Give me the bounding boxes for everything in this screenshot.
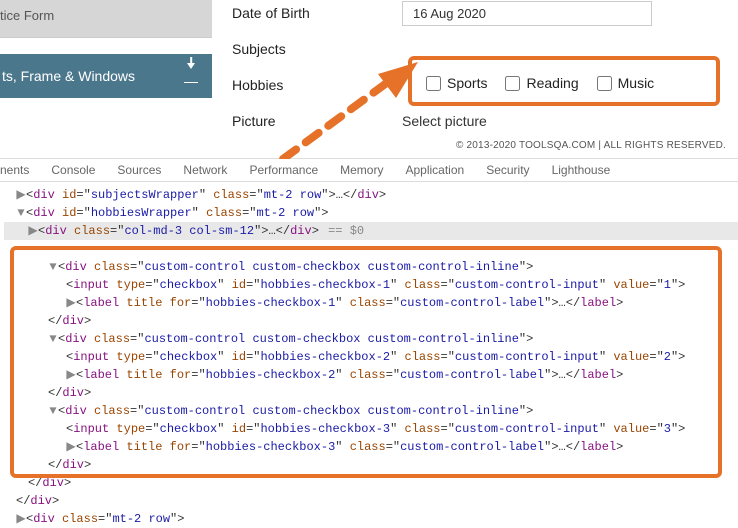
- subjects-label: Subjects: [232, 41, 402, 57]
- checkbox-reading[interactable]: Reading: [505, 75, 578, 91]
- picture-label: Picture: [232, 113, 402, 129]
- sidebar-header: tice Form: [0, 0, 212, 38]
- tab-performance[interactable]: Performance: [249, 163, 318, 177]
- sidebar-nav-item[interactable]: ts, Frame & Windows: [0, 54, 212, 98]
- checkbox-music-label: Music: [618, 75, 655, 91]
- hobbies-label: Hobbies: [232, 77, 402, 93]
- tab-elements[interactable]: nents: [0, 163, 29, 177]
- checkbox-music[interactable]: Music: [597, 75, 655, 91]
- tab-sources[interactable]: Sources: [117, 163, 161, 177]
- select-picture-button[interactable]: Select picture: [402, 113, 487, 129]
- tab-memory[interactable]: Memory: [340, 163, 383, 177]
- dob-label: Date of Birth: [232, 5, 402, 21]
- tab-console[interactable]: Console: [51, 163, 95, 177]
- tab-application[interactable]: Application: [405, 163, 464, 177]
- checkbox-sports[interactable]: Sports: [426, 75, 487, 91]
- footer-text: © 2013-2020 TOOLSQA.COM | ALL RIGHTS RES…: [456, 140, 726, 151]
- devtools-tabs: nents Console Sources Network Performanc…: [0, 159, 738, 182]
- hobbies-highlight-box: Sports Reading Music: [408, 56, 720, 106]
- download-icon: [184, 69, 198, 83]
- tab-security[interactable]: Security: [486, 163, 529, 177]
- tab-network[interactable]: Network: [183, 163, 227, 177]
- dob-input[interactable]: 16 Aug 2020: [402, 1, 652, 26]
- tab-lighthouse[interactable]: Lighthouse: [552, 163, 611, 177]
- checkbox-sports-input[interactable]: [426, 76, 441, 91]
- checkbox-reading-input[interactable]: [505, 76, 520, 91]
- checkbox-reading-label: Reading: [526, 75, 578, 91]
- sidebar-nav-label: ts, Frame & Windows: [0, 68, 135, 84]
- dom-selected-row[interactable]: ▶<div class="col-md-3 col-sm-12">…</div>…: [4, 222, 738, 240]
- dom-tree[interactable]: ▶<div id="subjectsWrapper" class="mt-2 r…: [0, 182, 738, 528]
- checkbox-sports-label: Sports: [447, 75, 487, 91]
- checkbox-music-input[interactable]: [597, 76, 612, 91]
